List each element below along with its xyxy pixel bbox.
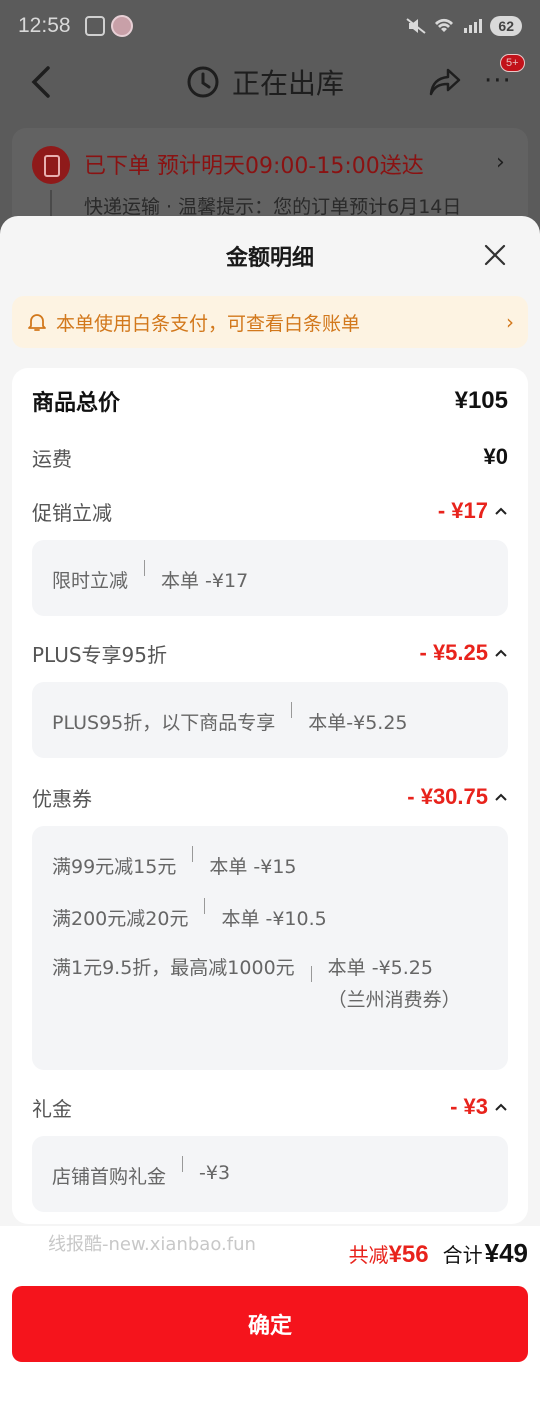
nav-title-group: 正在出库 bbox=[186, 62, 344, 102]
order-sub-text: 快递运输 · 温馨提示：您的订单预计6月14日 bbox=[84, 196, 462, 218]
close-icon[interactable] bbox=[482, 242, 508, 268]
gift-item-name: 店铺首购礼金 bbox=[52, 1166, 167, 1188]
coupon-detail-line: 满99元减15元 本单 -¥15 bbox=[52, 846, 297, 879]
coupon-value: - ¥30.75 bbox=[407, 784, 488, 809]
more-options-icon[interactable]: ··· bbox=[484, 68, 512, 94]
sheet-title: 金额明细 bbox=[225, 246, 314, 271]
plus-item-amount: 本单-¥5.25 bbox=[308, 712, 408, 734]
gift-value: - ¥3 bbox=[450, 1094, 488, 1119]
coupon-item-amount: 本单 -¥5.25（兰州消费券） bbox=[327, 957, 461, 1011]
discount-label: 共减 bbox=[348, 1243, 389, 1267]
background-page: 12:58 62 正在出库 ··· 5+ 已下单 预计明天09:00-15:00… bbox=[0, 0, 540, 240]
chevron-right-icon: › bbox=[496, 150, 505, 175]
gift-row[interactable]: 礼金 - ¥3 bbox=[32, 1090, 508, 1124]
coupon-detail-box: 满99元减15元 本单 -¥15 满200元减20元 本单 -¥10.5 满1元… bbox=[32, 826, 508, 1070]
shipping-label: 运费 bbox=[32, 446, 72, 471]
wifi-icon bbox=[435, 18, 454, 32]
share-icon[interactable] bbox=[428, 66, 462, 98]
promo-item-amount: 本单 -¥17 bbox=[161, 570, 249, 592]
chevron-right-icon: › bbox=[506, 310, 514, 334]
promo-value: - ¥17 bbox=[437, 498, 488, 523]
coupon-detail-line: 满200元减20元 本单 -¥10.5 bbox=[52, 898, 327, 931]
gift-detail-box: 店铺首购礼金 -¥3 bbox=[32, 1136, 508, 1212]
status-bar: 12:58 62 bbox=[0, 0, 540, 52]
back-arrow-icon[interactable] bbox=[28, 64, 56, 100]
plus-detail-box: PLUS95折，以下商品专享 本单-¥5.25 bbox=[32, 682, 508, 758]
plus-detail-line: PLUS95折，以下商品专享 本单-¥5.25 bbox=[52, 702, 408, 735]
discount-value: ¥56 bbox=[388, 1241, 429, 1268]
goods-total-row: 商品总价 ¥105 bbox=[32, 384, 508, 418]
promo-row[interactable]: 促销立减 - ¥17 bbox=[32, 494, 508, 528]
chevron-up-icon[interactable] bbox=[494, 792, 508, 802]
baitiao-notice-bar[interactable]: 本单使用白条支付，可查看白条账单 › bbox=[12, 296, 528, 348]
plus-item-name: PLUS95折，以下商品专享 bbox=[52, 712, 276, 734]
battery-indicator: 62 bbox=[490, 16, 522, 36]
totals-summary: 共减 ¥56 合计 ¥49 bbox=[349, 1238, 528, 1269]
plus-value: - ¥5.25 bbox=[419, 640, 489, 665]
amount-panel: 商品总价 ¥105 运费 ¥0 促销立减 - ¥17 限时立减 本单 -¥17 … bbox=[12, 368, 528, 1224]
status-time: 12:58 bbox=[18, 14, 71, 37]
separator bbox=[144, 560, 146, 576]
separator bbox=[291, 702, 293, 718]
chevron-up-icon[interactable] bbox=[494, 1102, 508, 1112]
promo-item-name: 限时立减 bbox=[52, 570, 129, 592]
coupon-item-name: 满99元减15元 bbox=[52, 856, 177, 878]
confirm-button[interactable]: 确定 bbox=[12, 1286, 528, 1362]
screenshot-icon bbox=[84, 16, 105, 36]
chevron-up-icon[interactable] bbox=[494, 648, 508, 658]
coupon-label: 优惠券 bbox=[32, 786, 92, 811]
plus-label: PLUS专享95折 bbox=[32, 642, 167, 667]
separator bbox=[182, 1156, 184, 1172]
message-count-badge: 5+ bbox=[500, 54, 525, 72]
watermark: 线报酷-new.xianbao.fun bbox=[48, 1234, 256, 1255]
goods-total-value: ¥105 bbox=[454, 387, 508, 414]
gift-item-amount: -¥3 bbox=[199, 1162, 231, 1184]
separator bbox=[192, 846, 194, 862]
goods-total-label: 商品总价 bbox=[32, 391, 121, 416]
bell-icon bbox=[28, 314, 46, 331]
total-label: 合计 bbox=[442, 1243, 483, 1267]
gift-detail-line: 店铺首购礼金 -¥3 bbox=[52, 1156, 231, 1189]
separator bbox=[204, 898, 206, 914]
coupon-detail-line: 满1元9.5折，最高减1000元 本单 -¥5.25（兰州消费券） bbox=[52, 952, 461, 1016]
coupon-item-amount: 本单 -¥10.5 bbox=[221, 908, 327, 930]
order-status-text: 已下单 预计明天09:00-15:00送达 bbox=[84, 154, 424, 179]
coupon-item-name: 满1元9.5折，最高减1000元 bbox=[52, 957, 295, 979]
coupon-item-name: 满200元减20元 bbox=[52, 908, 189, 930]
total-value: ¥49 bbox=[484, 1238, 528, 1268]
checkout-footer: 线报酷-new.xianbao.fun 共减 ¥56 合计 ¥49 确定 bbox=[0, 1226, 540, 1422]
separator bbox=[310, 966, 312, 982]
notice-text: 本单使用白条支付，可查看白条账单 bbox=[56, 312, 361, 335]
page-title: 正在出库 bbox=[232, 67, 345, 100]
signal-icon bbox=[464, 19, 483, 33]
shipping-row: 运费 ¥0 bbox=[32, 440, 508, 474]
shipping-value: ¥0 bbox=[483, 444, 508, 469]
gift-label: 礼金 bbox=[32, 1096, 72, 1121]
coupon-item-amount: 本单 -¥15 bbox=[209, 856, 297, 878]
coupon-row[interactable]: 优惠券 - ¥30.75 bbox=[32, 780, 508, 814]
promo-detail-box: 限时立减 本单 -¥17 bbox=[32, 540, 508, 616]
clock-icon bbox=[187, 66, 219, 98]
avatar-icon bbox=[110, 15, 133, 37]
plus-row[interactable]: PLUS专享95折 - ¥5.25 bbox=[32, 636, 508, 670]
order-icon bbox=[32, 146, 70, 184]
nav-bar: 正在出库 ··· 5+ bbox=[0, 52, 540, 112]
mute-icon bbox=[406, 18, 427, 34]
promo-detail-line: 限时立减 本单 -¥17 bbox=[52, 560, 249, 593]
chevron-up-icon[interactable] bbox=[494, 506, 508, 516]
promo-label: 促销立减 bbox=[32, 500, 112, 525]
